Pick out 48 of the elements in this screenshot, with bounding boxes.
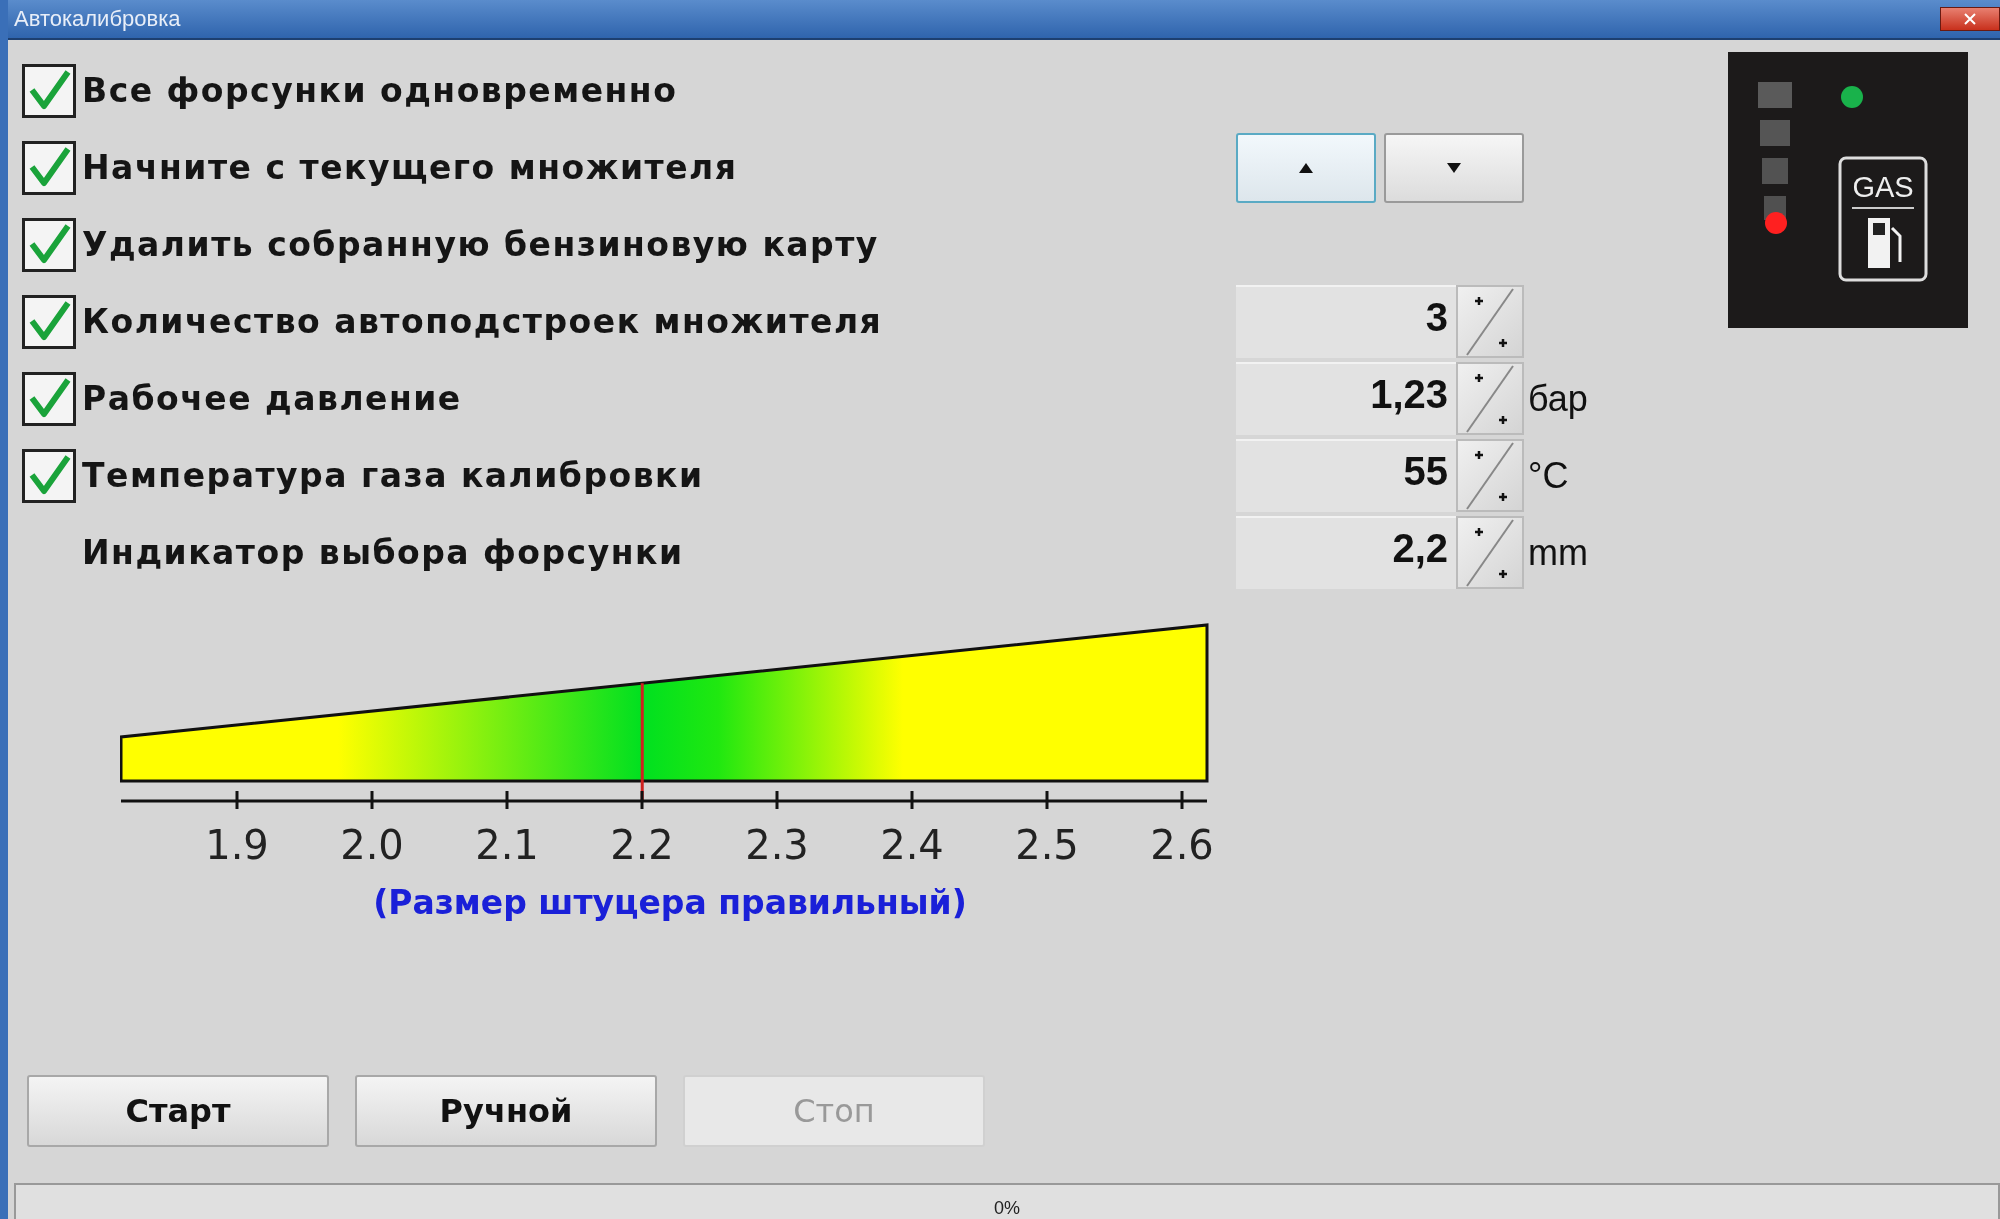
segment-bar-icon xyxy=(1758,82,1792,220)
plus-minus-icon xyxy=(1465,286,1515,357)
tick-label: 2.3 xyxy=(745,822,809,868)
plus-minus-icon xyxy=(1465,517,1515,588)
checkbox[interactable] xyxy=(22,371,76,426)
gas-label: GAS xyxy=(1852,171,1914,203)
tick-label: 2.1 xyxy=(475,822,539,868)
option-label: Все форсунки одновременно xyxy=(82,71,678,110)
tick-label: 2.0 xyxy=(340,822,404,868)
number-field[interactable]: 55 xyxy=(1236,439,1456,512)
checkbox[interactable] xyxy=(22,217,76,272)
tick-label: 1.9 xyxy=(205,822,269,868)
fuel-pump-icon xyxy=(1868,218,1902,268)
option-label: Удалить собранную бензиновую карту xyxy=(82,225,879,264)
checkbox[interactable] xyxy=(22,294,76,349)
plus-minus-icon xyxy=(1465,440,1515,511)
spin-button[interactable] xyxy=(1456,362,1524,435)
tick-label: 2.6 xyxy=(1150,822,1214,868)
tick-label: 2.4 xyxy=(880,822,944,868)
number-field[interactable]: 2,2 xyxy=(1236,516,1456,589)
option-label: Количество автоподстроек множителя xyxy=(82,302,883,341)
action-button[interactable]: Старт xyxy=(27,1075,329,1147)
unit-label: °C xyxy=(1528,454,1569,497)
checkbox[interactable] xyxy=(22,140,76,195)
tick-label: 2.5 xyxy=(1015,822,1079,868)
progress-label: 0% xyxy=(994,1198,1020,1219)
spin-button[interactable] xyxy=(1456,516,1524,589)
unit-label: mm xyxy=(1528,531,1588,574)
action-button[interactable]: Ручной xyxy=(355,1075,657,1147)
window-title: Автокалибровка xyxy=(13,6,181,32)
tick-label: 2.2 xyxy=(610,822,674,868)
close-icon xyxy=(1963,13,1977,25)
checkbox[interactable] xyxy=(22,63,76,118)
status-message: (Размер штуцера правильный) xyxy=(373,883,967,922)
down-button[interactable] xyxy=(1384,132,1524,203)
option-label: Рабочее давление xyxy=(82,379,462,418)
spin-button[interactable] xyxy=(1456,285,1524,358)
option-label: Индикатор выбора форсунки xyxy=(82,533,684,572)
spin-button[interactable] xyxy=(1456,439,1524,512)
checkbox[interactable] xyxy=(22,448,76,503)
number-field[interactable]: 1,23 xyxy=(1236,362,1456,435)
unit-label: бар xyxy=(1528,377,1588,420)
option-label: Начните с текущего множителя xyxy=(82,148,738,187)
option-label: Температура газа калибровки xyxy=(82,456,704,495)
triangle-down-icon xyxy=(1444,160,1464,175)
number-field[interactable]: 3 xyxy=(1236,285,1456,358)
close-button[interactable] xyxy=(1940,7,2000,31)
plus-minus-icon xyxy=(1465,363,1515,434)
